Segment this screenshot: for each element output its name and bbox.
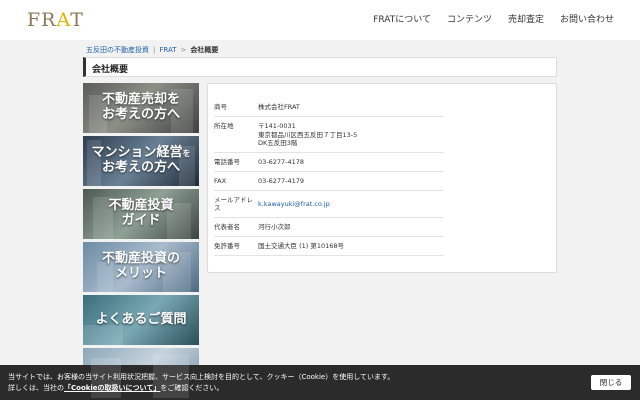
table-row: 商号 株式会社FRAT (214, 98, 444, 117)
row-label: FAX (214, 176, 227, 185)
row-label: 代表者名 (214, 223, 240, 232)
site-header: FRAT FRATについて コンテンツ 売却査定 お問い合わせ (0, 0, 640, 40)
nav-contents[interactable]: コンテンツ (447, 12, 492, 25)
email-link[interactable]: k.kawayuki@frat.co.jp (258, 200, 330, 209)
row-label: 所在地 (214, 121, 234, 130)
cookie-close-button[interactable]: 閉じる (591, 375, 631, 390)
banner-investment-merits[interactable]: 不動産投資の メリット (83, 242, 199, 292)
breadcrumb-frat[interactable]: FRAT (159, 46, 176, 54)
row-label: 免許番号 (214, 241, 240, 250)
nav-sale-appraisal[interactable]: 売却査定 (508, 12, 544, 25)
row-value: 〒141-0031 東京都品川区西五反田７丁目13-5 DK五反田3階 (258, 121, 358, 148)
row-value: 国土交通大臣 (1) 第10168号 (258, 241, 345, 250)
breadcrumb: 五反田の不動産投資 | FRAT > 会社概要 (86, 45, 218, 55)
row-label: メールアドレス (214, 195, 253, 213)
page-title: 会社概要 (92, 65, 129, 75)
breadcrumb-separator: | (153, 46, 156, 54)
row-value: 株式会社FRAT (258, 103, 300, 111)
banner-faq[interactable]: よくあるご質問 (83, 295, 199, 345)
cookie-message: 当サイトでは、お客様の当サイト利用状況把握、サービス向上検討を目的として、クッキ… (8, 373, 395, 392)
row-label: 商号 (214, 103, 227, 111)
sidebar: 不動産売却を お考えの方へ マンション経営を お考えの方へ 不動産投資 ガイド 不動産… (83, 83, 199, 400)
row-value: 03-6277-4178 (258, 158, 305, 167)
table-row: FAX 03-6277-4179 (214, 172, 444, 191)
breadcrumb-arrow: > (180, 46, 187, 54)
banner-investment-guide[interactable]: 不動産投資 ガイド (83, 189, 199, 239)
row-value: 河行小次郎 (258, 223, 291, 232)
table-row: 免許番号 国土交通大臣 (1) 第10168号 (214, 237, 444, 256)
nav-about-frat[interactable]: FRATについて (373, 12, 431, 25)
row-value: 03-6277-4179 (258, 176, 305, 185)
table-row: メールアドレス k.kawayuki@frat.co.jp (214, 191, 444, 219)
table-row: 代表者名 河行小次郎 (214, 218, 444, 237)
company-info-table: 商号 株式会社FRAT 所在地 〒141-0031 東京都品川区西五反田７丁目1… (214, 98, 444, 256)
breadcrumb-current: 会社概要 (190, 46, 219, 54)
main-nav: FRATについて コンテンツ 売却査定 お問い合わせ (373, 12, 614, 25)
company-info-panel: 商号 株式会社FRAT 所在地 〒141-0031 東京都品川区西五反田７丁目1… (207, 83, 557, 273)
table-row: 電話番号 03-6277-4178 (214, 153, 444, 172)
nav-contact[interactable]: お問い合わせ (560, 12, 614, 25)
table-row: 所在地 〒141-0031 東京都品川区西五反田７丁目13-5 DK五反田3階 (214, 117, 444, 154)
logo-text: FRAT (27, 9, 84, 31)
row-label: 電話番号 (214, 158, 240, 167)
breadcrumb-home[interactable]: 五反田の不動産投資 (86, 46, 149, 54)
banner-real-estate-sale[interactable]: 不動産売却を お考えの方へ (83, 83, 199, 133)
page-title-bar: 会社概要 (83, 57, 557, 77)
banner-mansion-management[interactable]: マンション経営を お考えの方へ (83, 136, 199, 186)
frat-logo[interactable]: FRAT (27, 8, 84, 32)
row-value: k.kawayuki@frat.co.jp (258, 196, 444, 214)
